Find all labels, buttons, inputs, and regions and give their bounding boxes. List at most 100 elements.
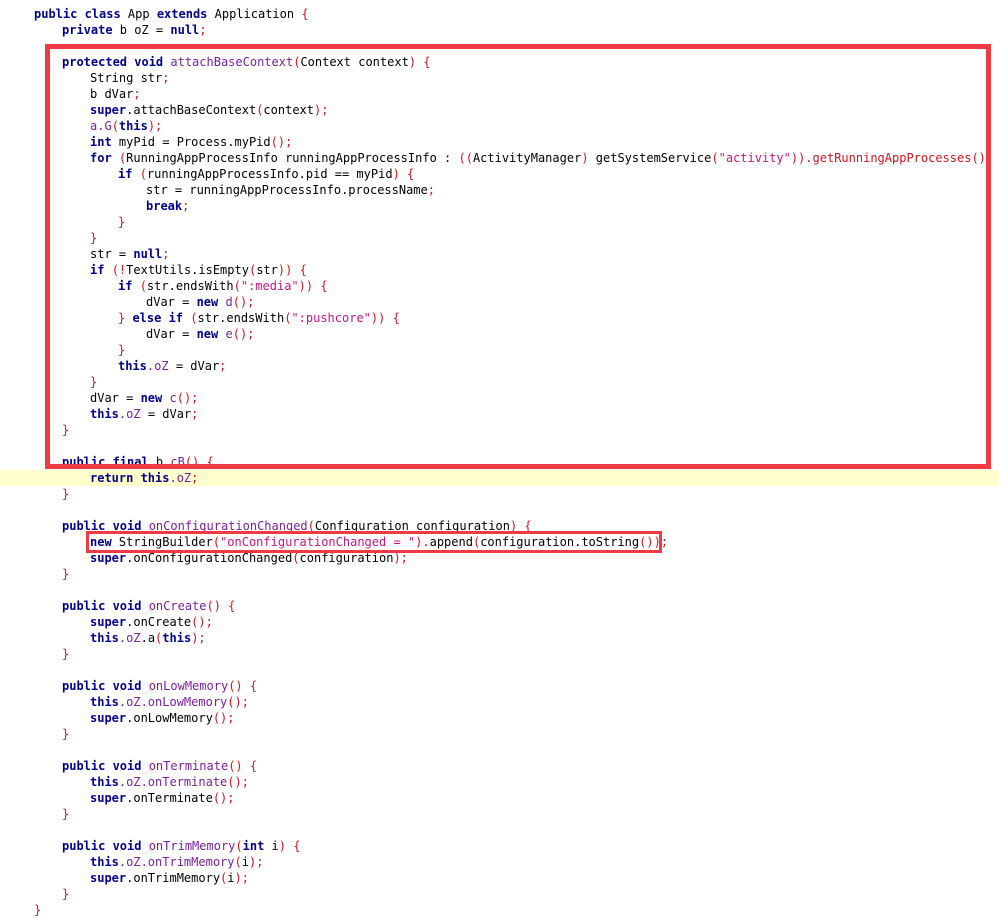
code-token: b oZ = (119, 23, 171, 37)
code-token: cB (170, 455, 185, 469)
code-token: () { (228, 759, 258, 773)
code-token: configuration.toString (480, 535, 640, 549)
code-token: )).getRunningAppProcesses()) { (790, 151, 999, 165)
code-token: this (118, 119, 148, 133)
code-token: ; (162, 247, 170, 261)
code-token: str = (90, 247, 134, 261)
code-token: } (34, 903, 42, 917)
code-token: .onTrimMemory (126, 871, 221, 885)
code-line: int myPid = Process.myPid(); (0, 134, 999, 150)
code-token: "activity" (718, 151, 791, 165)
code-token: } (62, 807, 70, 821)
code-token: (); (227, 695, 249, 709)
code-token: } (62, 423, 70, 437)
code-line: String str; (0, 70, 999, 86)
code-line: this.oZ = dVar; (0, 406, 999, 422)
code-token: )) { (298, 279, 328, 293)
code-token: .oZ (169, 471, 192, 485)
code-line: str = runningAppProcessInfo.processName; (0, 182, 999, 198)
code-token: onTrimMemory (148, 839, 236, 853)
code-token: ) (581, 151, 596, 165)
code-token: b dVar (90, 87, 134, 101)
code-token: ; (191, 471, 199, 485)
code-token: (); (176, 391, 199, 405)
code-token: StringBuilder (118, 535, 213, 549)
code-token: = dVar (140, 407, 192, 421)
code-token: onLowMemory (148, 679, 229, 693)
code-line: return this.oZ; (0, 470, 999, 486)
code-token: this (90, 775, 119, 789)
code-token: extends (156, 7, 215, 21)
code-token: ; (219, 359, 227, 373)
code-token: ; (133, 87, 141, 101)
code-token: this (90, 407, 119, 421)
code-line: new StringBuilder("onConfigurationChange… (0, 534, 999, 550)
code-token: ; (427, 183, 435, 197)
code-token: = dVar (168, 359, 220, 373)
code-token: ) { (392, 167, 415, 181)
code-token: ( (139, 167, 147, 181)
code-line: this.oZ.onLowMemory(); (0, 694, 999, 710)
code-token: ( (234, 855, 242, 869)
code-token: } (118, 311, 133, 325)
code-token: public void (62, 519, 149, 533)
code-token: str.endsWith (146, 279, 234, 293)
code-token: new (90, 535, 119, 549)
code-token: runningAppProcessInfo.pid == myPid (146, 167, 393, 181)
code-token: ":pushcore" (291, 311, 371, 325)
code-line: str = null; (0, 246, 999, 262)
code-token: Configuration configuration (314, 519, 510, 533)
code-token: for (90, 151, 119, 165)
code-token: dVar = (146, 295, 197, 309)
code-line: } (0, 230, 999, 246)
code-line: if (str.endsWith(":media")) { (0, 278, 999, 294)
code-token: .onTerminate (126, 791, 213, 805)
code-line: super.attachBaseContext(context); (0, 102, 999, 118)
code-line: public class App extends Application { (0, 6, 999, 22)
code-line: if (runningAppProcessInfo.pid == myPid) … (0, 166, 999, 182)
code-token: ( (235, 839, 243, 853)
code-line: break; (0, 198, 999, 214)
code-token: else if (132, 311, 191, 325)
code-token: attachBaseContext (170, 55, 294, 69)
code-token: i (271, 839, 279, 853)
code-token: ( (139, 279, 147, 293)
code-token: if (90, 263, 112, 277)
code-line: this.oZ.a(this); (0, 630, 999, 646)
code-token: c (169, 391, 177, 405)
code-token: ). (415, 535, 430, 549)
code-token: attachBaseContext (133, 103, 257, 117)
code-token: } (62, 487, 70, 501)
code-token: .oZ (146, 359, 169, 373)
code-token: ) { (278, 839, 301, 853)
code-line: } (0, 726, 999, 742)
code-token: break (146, 199, 183, 213)
code-token: ); (248, 855, 264, 869)
code-line: this.oZ.onTrimMemory(i); (0, 854, 999, 870)
code-line: } (0, 422, 999, 438)
code-token: i (241, 855, 249, 869)
code-token: Application (214, 7, 302, 21)
code-token: .onLowMemory (126, 711, 213, 725)
code-line: public void onCreate() { (0, 598, 999, 614)
code-line: for (RunningAppProcessInfo runningAppPro… (0, 150, 999, 166)
code-token: super (90, 791, 127, 805)
code-token: ( (111, 119, 119, 133)
code-token: )) { (370, 311, 400, 325)
code-token: null (133, 247, 163, 261)
code-line: dVar = new d(); (0, 294, 999, 310)
code-token: super (90, 871, 127, 885)
code-token: "onConfigurationChanged = " (220, 535, 416, 549)
code-token: this (162, 631, 192, 645)
code-line: } (0, 486, 999, 502)
code-viewer[interactable]: public class App extends Application {pr… (0, 0, 999, 919)
code-token: } (62, 727, 70, 741)
code-token: (); (212, 711, 235, 725)
code-token: (( (458, 151, 473, 165)
code-token: ( (233, 279, 241, 293)
